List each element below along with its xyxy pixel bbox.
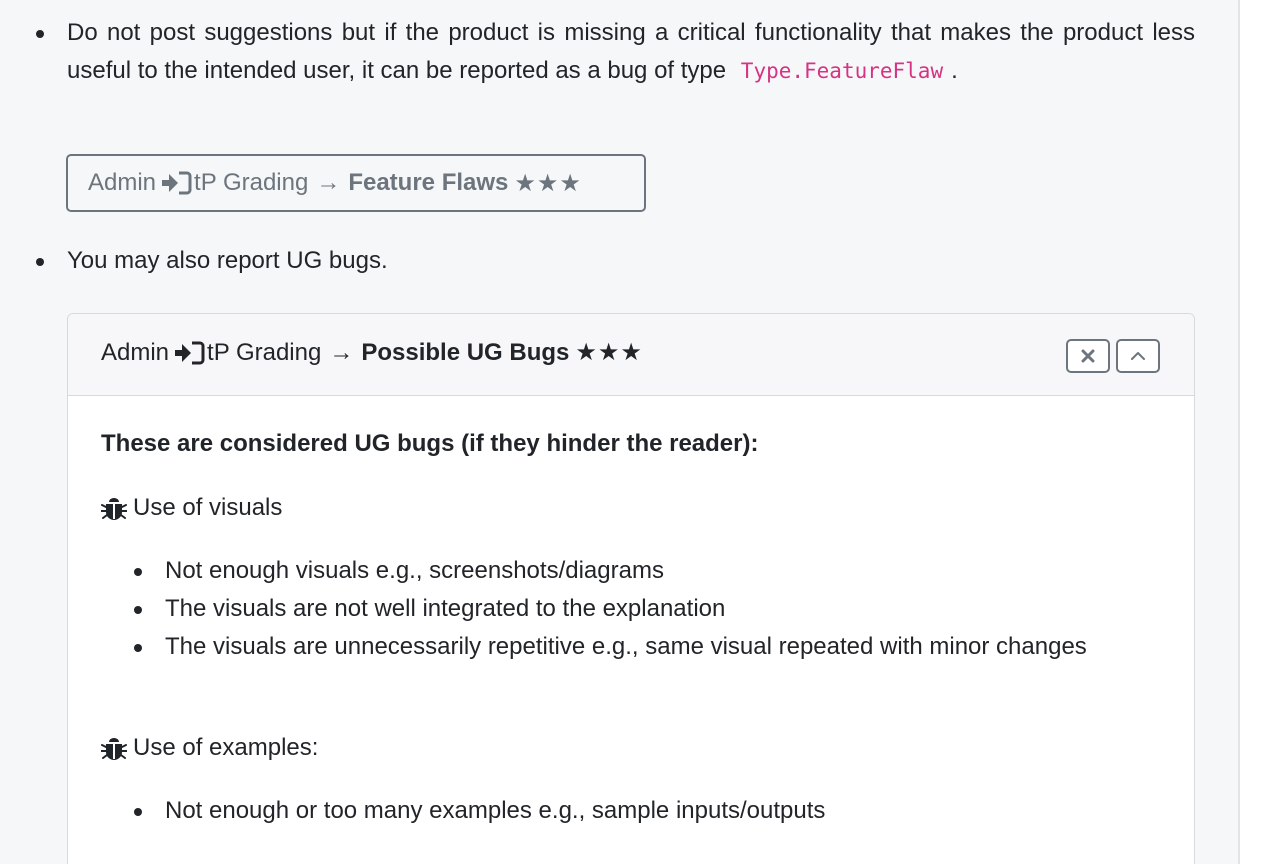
ug-bugs-panel: Admin tP Grading → Possible UG Bugs ★★★ xyxy=(67,313,1195,864)
section-title-text: Use of visuals xyxy=(133,494,283,521)
list-item-text: The visuals are unnecessarily repetitive… xyxy=(165,633,1087,660)
close-panel-button[interactable] xyxy=(1066,339,1110,373)
paragraph-text: Do not post suggestions but if the produ… xyxy=(67,19,1195,84)
bullet-dot xyxy=(134,568,142,576)
feature-flaw-paragraph: Do not post suggestions but if the produ… xyxy=(67,14,1195,90)
grading-label: tP Grading xyxy=(207,338,322,366)
arrow-icon: → xyxy=(329,338,354,366)
bullet-dot xyxy=(36,30,44,38)
feature-flaws-panel[interactable]: Admin tP Grading → Feature Flaws ★★★ xyxy=(66,154,646,212)
bullet-dot xyxy=(134,644,142,652)
ug-bugs-paragraph: You may also report UG bugs. xyxy=(67,247,388,274)
list-item-text: Not enough visuals e.g., screenshots/dia… xyxy=(165,557,664,584)
stars-icon: ★★★ xyxy=(575,339,643,366)
admin-label: Admin xyxy=(101,338,170,366)
bug-icon xyxy=(101,738,127,760)
arrow-icon: → xyxy=(316,169,341,196)
bug-icon xyxy=(101,498,127,520)
panel-title: Possible UG Bugs xyxy=(361,338,570,366)
bullet-dot xyxy=(134,808,142,816)
panel-header-text: Admin tP Grading → Feature Flaws ★★★ xyxy=(88,169,582,198)
section-title-examples: Use of examples: xyxy=(101,734,318,762)
admin-label: Admin xyxy=(88,169,157,196)
body-title: These are considered UG bugs (if they hi… xyxy=(101,430,759,457)
login-icon xyxy=(162,171,192,195)
collapse-panel-button[interactable] xyxy=(1116,339,1160,373)
panel-header-text: Admin tP Grading → Possible UG Bugs ★★★ xyxy=(101,338,643,367)
chevron-up-icon xyxy=(1131,352,1145,360)
feature-flaw-code: Type.FeatureFlaw xyxy=(740,59,944,83)
section-title-text: Use of examples: xyxy=(133,734,319,761)
stars-icon: ★★★ xyxy=(514,169,582,197)
main-content: Do not post suggestions but if the produ… xyxy=(0,0,1240,864)
bullet-dot xyxy=(134,606,142,614)
list-item-text: Not enough or too many examples e.g., sa… xyxy=(165,797,826,824)
panel-header[interactable]: Admin tP Grading → Possible UG Bugs ★★★ xyxy=(68,314,1194,396)
grading-label: tP Grading xyxy=(194,169,309,196)
list-item-text: The visuals are not well integrated to t… xyxy=(165,595,726,622)
login-icon xyxy=(175,341,205,364)
close-icon xyxy=(1081,349,1095,363)
paragraph-end: . xyxy=(951,57,958,84)
section-title-visuals: Use of visuals xyxy=(101,494,282,522)
panel-title: Feature Flaws xyxy=(348,169,509,196)
bullet-dot xyxy=(36,258,44,266)
